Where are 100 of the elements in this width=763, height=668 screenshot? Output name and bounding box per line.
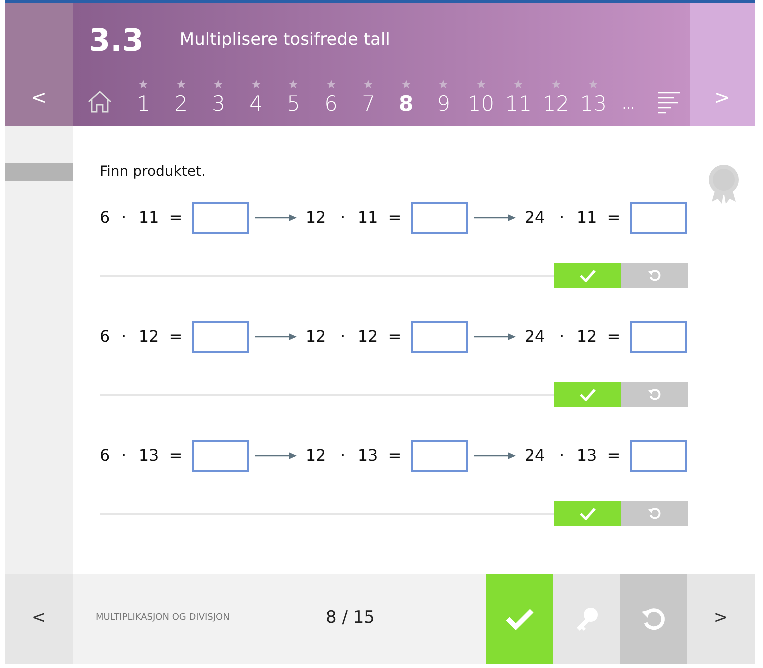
reset-icon [648, 269, 661, 282]
checkmark-icon [580, 270, 596, 282]
operator-text: · [558, 207, 566, 229]
check-button[interactable] [486, 574, 553, 664]
previous-button[interactable]: < [31, 84, 47, 112]
number-text: 11 [576, 207, 598, 229]
operator-text: · [120, 207, 128, 229]
arrow-icon [255, 214, 297, 222]
page-tab[interactable]: 6 [312, 80, 350, 115]
more-pages-link[interactable]: ... [622, 96, 635, 115]
page-tab[interactable]: 8 [388, 80, 425, 115]
answer-field[interactable] [192, 202, 249, 234]
arrow-icon [474, 214, 516, 222]
star-icon [589, 80, 598, 89]
number-text: 6 [100, 326, 110, 348]
equals-text: = [606, 207, 622, 229]
star-icon [552, 80, 561, 89]
rosette-icon [707, 164, 741, 204]
number-text: 12 [304, 207, 328, 229]
reset-button[interactable] [621, 263, 688, 288]
star-icon [214, 80, 224, 89]
section-title: Multiplisere tosifrede tall [180, 29, 390, 52]
star-icon [402, 80, 411, 89]
reset-button[interactable] [620, 574, 687, 664]
page-tab[interactable]: 12 [538, 80, 575, 115]
star-icon [364, 80, 374, 89]
reset-icon [648, 388, 661, 401]
operator-text: · [558, 326, 566, 348]
number-text: 12 [304, 326, 328, 348]
star-icon [139, 80, 148, 89]
page-tab[interactable]: 1 [125, 80, 162, 115]
answer-field[interactable] [192, 321, 249, 353]
star-icon [289, 80, 298, 89]
number-text: 13 [138, 445, 160, 467]
equals-text: = [606, 326, 622, 348]
page-tab[interactable]: 13 [575, 80, 612, 115]
page-tab[interactable]: 9 [425, 80, 462, 115]
answer-field[interactable] [411, 202, 468, 234]
check-button[interactable] [554, 263, 621, 288]
next-button[interactable]: > [714, 84, 730, 112]
number-text: 11 [357, 207, 379, 229]
checkmark-icon [580, 508, 596, 520]
reset-button[interactable] [621, 501, 688, 526]
number-text: 12 [357, 326, 379, 348]
page-counter: 8 / 15 [326, 607, 375, 630]
arrow-icon [255, 333, 297, 341]
equals-text: = [168, 207, 184, 229]
number-text: 24 [524, 445, 546, 467]
previous-button[interactable]: < [5, 574, 73, 664]
page-tab[interactable]: 7 [350, 80, 388, 115]
checkmark-icon [504, 607, 534, 631]
star-icon [439, 80, 448, 89]
home-icon[interactable] [87, 90, 113, 114]
check-button[interactable] [554, 501, 621, 526]
equals-text: = [387, 326, 403, 348]
number-text: 13 [357, 445, 379, 467]
answer-field[interactable] [630, 440, 687, 472]
list-icon[interactable] [656, 92, 681, 114]
arrow-icon [474, 333, 516, 341]
topic-label: MULTIPLIKASJON OG DIVISJON [96, 612, 231, 626]
star-icon [252, 80, 261, 89]
reset-button[interactable] [621, 382, 688, 407]
number-text: 24 [524, 207, 546, 229]
section-number: 3.3 [89, 22, 144, 61]
star-icon [514, 80, 524, 89]
equals-text: = [387, 207, 403, 229]
number-text: 12 [576, 326, 598, 348]
number-text: 6 [100, 445, 110, 467]
star-icon [476, 80, 486, 89]
page-tab[interactable]: 3 [200, 80, 238, 115]
answer-field[interactable] [630, 202, 687, 234]
star-icon [326, 80, 336, 89]
instruction-text: Finn produktet. [100, 163, 207, 182]
answer-field[interactable] [630, 321, 687, 353]
checkmark-icon [580, 388, 596, 400]
number-text: 12 [304, 445, 328, 467]
answer-field[interactable] [192, 440, 249, 472]
reset-icon [648, 507, 661, 520]
operator-text: · [339, 207, 347, 229]
answer-field[interactable] [411, 440, 468, 472]
next-button[interactable]: > [687, 574, 755, 664]
equals-text: = [387, 445, 403, 467]
equals-text: = [606, 445, 622, 467]
star-icon [176, 80, 186, 89]
operator-text: · [558, 445, 566, 467]
number-text: 13 [576, 445, 598, 467]
page-tab[interactable]: 10 [462, 80, 500, 115]
arrow-icon [474, 452, 516, 460]
page-tab[interactable]: 4 [238, 80, 275, 115]
number-text: 11 [138, 207, 160, 229]
operator-text: · [339, 326, 347, 348]
number-text: 12 [138, 326, 160, 348]
answer-field[interactable] [411, 321, 468, 353]
operator-text: · [120, 445, 128, 467]
check-button[interactable] [554, 382, 621, 407]
page-tab[interactable]: 5 [275, 80, 312, 115]
page-tab[interactable]: 11 [500, 80, 538, 115]
page-tab[interactable]: 2 [162, 80, 200, 115]
equals-text: = [168, 445, 184, 467]
operator-text: · [120, 326, 128, 348]
